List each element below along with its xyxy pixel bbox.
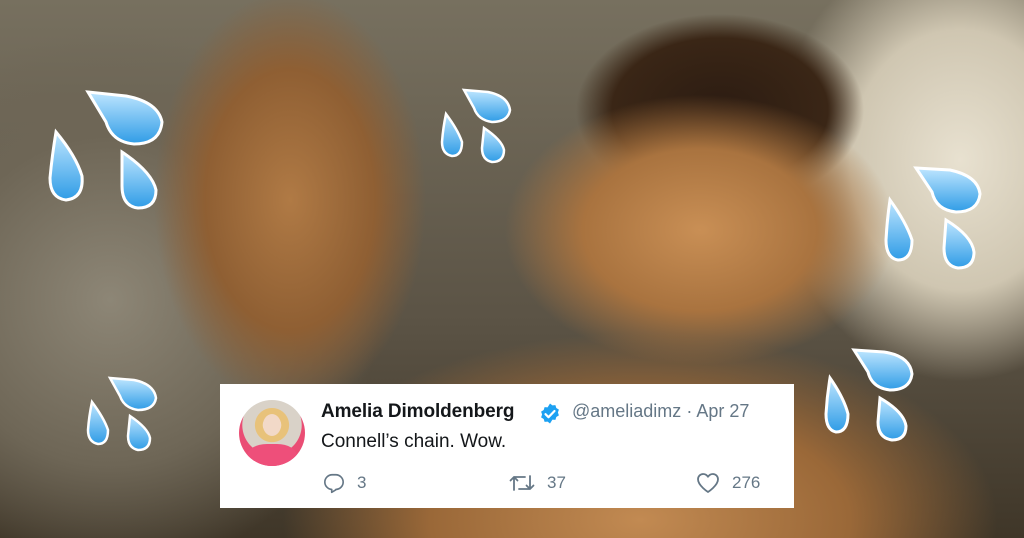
retweet-icon [509, 475, 535, 491]
sweat-droplets-emoji [440, 84, 520, 164]
reply-icon [324, 473, 344, 494]
heart-icon [697, 473, 719, 493]
tweet-date[interactable]: Apr 27 [696, 401, 749, 421]
tweet-text: Connell’s chain. Wow. [321, 431, 507, 452]
tweet-card[interactable]: Amelia Dimoldenberg @ameliadimz · Apr 27… [220, 384, 794, 508]
sweat-droplets-emoji [884, 162, 994, 272]
avatar-body [247, 444, 297, 466]
like-button[interactable]: 276 [696, 472, 760, 494]
retweet-count: 37 [547, 473, 566, 492]
reply-count: 3 [357, 473, 367, 492]
avatar-face [263, 414, 281, 436]
avatar[interactable] [239, 400, 305, 466]
sweat-droplets-emoji [824, 344, 924, 444]
sweat-droplets-emoji [86, 372, 166, 452]
handle-date-line: @ameliadimz · Apr 27 [572, 401, 749, 422]
separator: · [686, 401, 693, 421]
verified-badge-icon [538, 402, 562, 431]
retweet-button[interactable]: 37 [509, 472, 566, 494]
like-count: 276 [732, 473, 761, 492]
sweat-droplets-emoji [48, 86, 178, 216]
reply-button[interactable]: 3 [323, 472, 366, 494]
handle[interactable]: @ameliadimz [572, 401, 681, 421]
author-name[interactable]: Amelia Dimoldenberg [321, 401, 515, 423]
